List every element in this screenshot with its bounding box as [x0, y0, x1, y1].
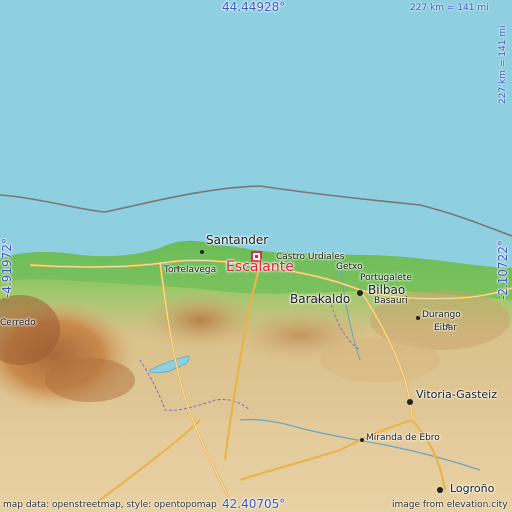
topographic-map[interactable]: 44.44928° 42.40705° -4.91972° -2.10722° …	[0, 0, 512, 512]
city-label-bilbao: Bilbao	[368, 283, 406, 297]
left-longitude-label: -4.91972°	[0, 238, 14, 298]
marker-label-escalante: Escalante	[226, 259, 294, 275]
right-longitude-label: -2.10722°	[496, 240, 510, 300]
city-label-logrono: Logroño	[450, 482, 495, 495]
city-label-santander: Santander	[206, 233, 269, 247]
city-label-getxo: Getxo	[336, 262, 363, 272]
city-label-eibar: Eibar	[434, 323, 458, 333]
top-latitude-label: 44.44928°	[222, 0, 286, 14]
attribution-left: map data: openstreetmap, style: opentopo…	[3, 500, 217, 510]
city-label-barakaldo: Barakaldo	[290, 292, 351, 306]
city-label-torrelavega: Torrelavega	[164, 265, 217, 275]
attribution-right: image from elevation.city	[392, 500, 508, 510]
city-label-basauri: Basauri	[374, 296, 408, 306]
bottom-latitude-label: 42.40705°	[222, 497, 286, 511]
city-label-vitoria-gasteiz: Vitoria-Gasteiz	[416, 388, 497, 401]
city-label-portugalete: Portugalete	[360, 273, 412, 283]
right-scale-label: 227 km = 141 mi	[498, 25, 508, 104]
city-label-durango: Durango	[422, 310, 461, 320]
city-label-cerredo: Cerredo	[0, 318, 36, 328]
top-scale-label: 227 km = 141 mi	[410, 3, 489, 13]
city-label-miranda-de-ebro: Miranda de Ebro	[366, 433, 440, 443]
